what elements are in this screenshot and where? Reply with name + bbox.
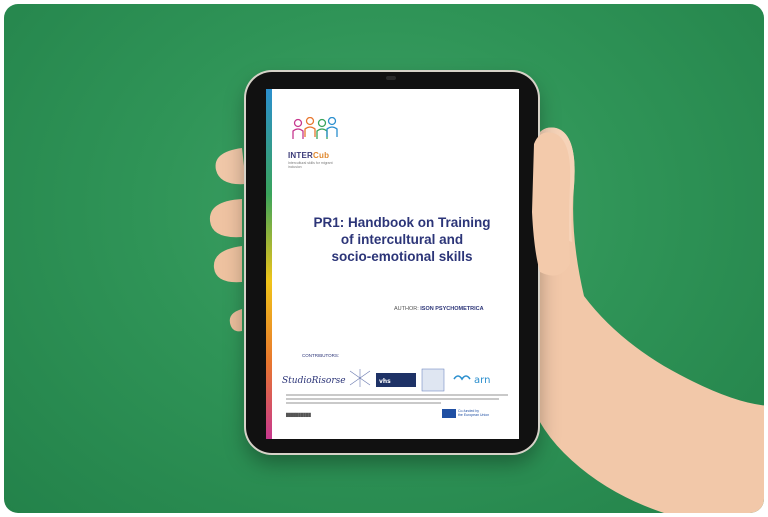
author-line: AUTHOR: ISON PSYCHOMETRICA <box>394 306 484 312</box>
network-logo-icon <box>349 369 371 387</box>
contributor-logo-1: StudioRisorse <box>282 376 346 386</box>
bird-logo-icon <box>453 375 471 381</box>
color-stripe <box>266 89 272 439</box>
logo-suffix: Cub <box>313 151 330 160</box>
contributor-logos: StudioRisorse vhs arn <box>282 368 490 392</box>
handbook-cover: INTERCub Intercultural skills for migran… <box>266 89 519 439</box>
tablet-device: INTERCub Intercultural skills for migran… <box>246 72 538 453</box>
contributor-logo-3 <box>421 368 445 392</box>
disclaimer-text <box>286 394 508 406</box>
title-line-3: socio-emotional skills <box>331 249 473 264</box>
eu-label-line-2: the European Union <box>458 413 490 417</box>
title-line-2: of intercultural and <box>340 232 464 247</box>
eu-flag-icon <box>442 409 456 418</box>
logo-name: INTER <box>288 151 313 160</box>
camera-icon <box>386 76 396 80</box>
logo-tagline: Intercultural skills for migrant inclusi… <box>288 161 333 169</box>
handbook-title: PR1: Handbook on Training of intercultur… <box>302 214 502 265</box>
green-background: INTERCub Intercultural skills for migran… <box>4 4 764 513</box>
thumb-illustration <box>532 132 571 276</box>
contributors-label: CONTRIBUTORS: <box>302 353 340 358</box>
contributor-logo-2-text: vhs <box>379 378 391 385</box>
project-number: ██████████ <box>286 413 311 417</box>
eu-funding-label: Co-funded by the European Union <box>458 409 489 417</box>
logo-wordmark: INTERCub <box>288 151 329 160</box>
author-name: ISON PSYCHOMETRICA <box>420 306 484 312</box>
contributor-logo-4: arn <box>474 375 490 386</box>
author-label: AUTHOR: <box>394 306 419 312</box>
title-line-1: PR1: Handbook on Training <box>313 215 491 230</box>
